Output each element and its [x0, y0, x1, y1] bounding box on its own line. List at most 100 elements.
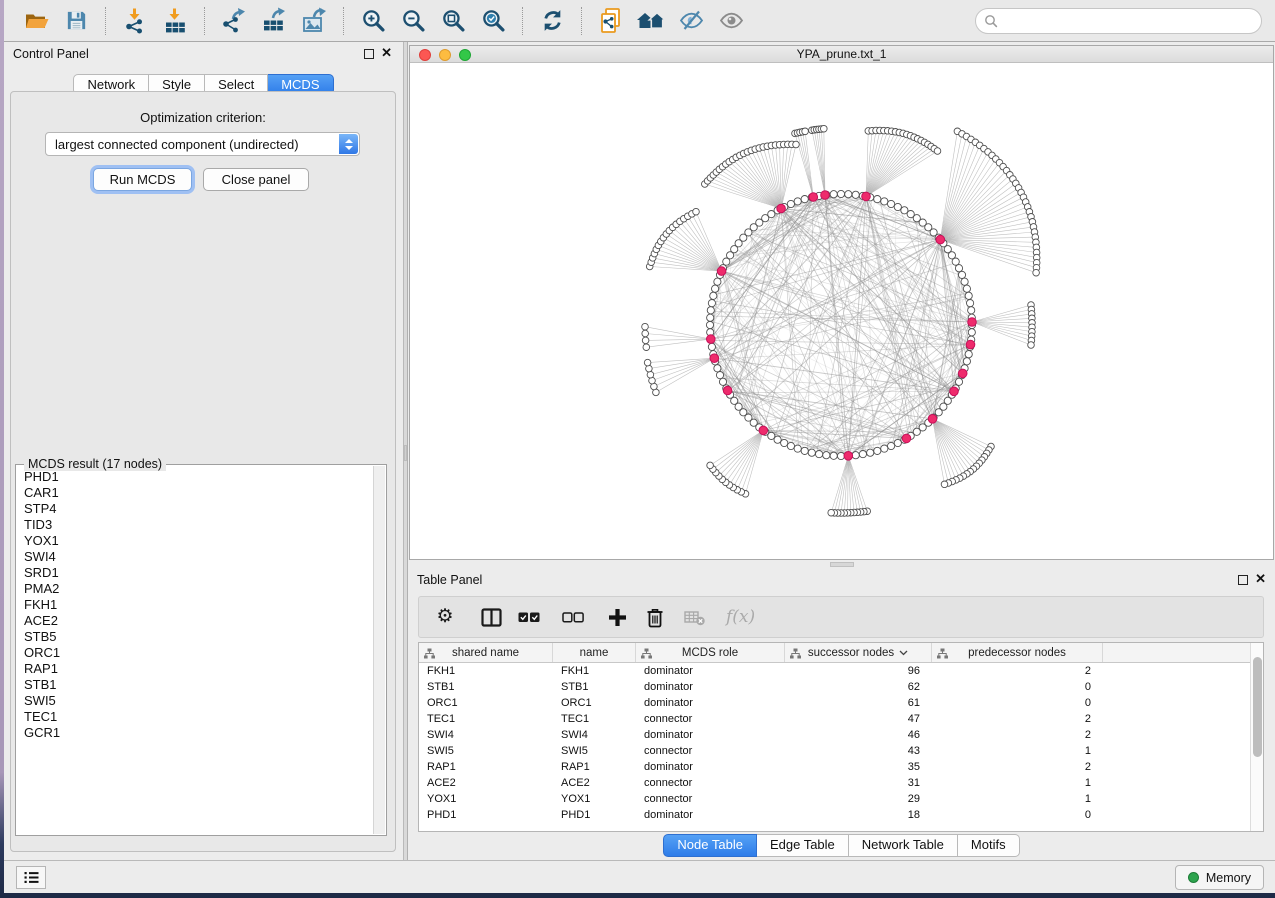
export-table-button[interactable] — [257, 4, 291, 38]
table-row[interactable]: ACE2ACE2connector311 — [419, 775, 1250, 791]
zoom-fit-button[interactable] — [436, 4, 470, 38]
export-image-icon — [301, 7, 328, 34]
deselect-all-button[interactable] — [560, 603, 586, 631]
table-row[interactable]: ORC1ORC1dominator610 — [419, 695, 1250, 711]
mcds-result-item[interactable]: ACE2 — [17, 613, 372, 629]
mcds-result-item[interactable]: SRD1 — [17, 565, 372, 581]
column-header-shared-name[interactable]: shared name — [419, 643, 553, 662]
trash-icon — [645, 607, 665, 628]
table-row[interactable]: PHD1PHD1dominator180 — [419, 807, 1250, 823]
mcds-result-item[interactable]: TEC1 — [17, 709, 372, 725]
export-network-button[interactable] — [217, 4, 251, 38]
column-header-name[interactable]: name — [553, 643, 636, 662]
show-all-button[interactable] — [714, 4, 748, 38]
search-input[interactable] — [998, 11, 1261, 31]
hide-selected-button[interactable] — [674, 4, 708, 38]
table-row[interactable]: STB1STB1dominator620 — [419, 679, 1250, 695]
table-row[interactable]: FKH1FKH1dominator962 — [419, 663, 1250, 679]
tab-motifs[interactable]: Motifs — [958, 834, 1020, 857]
toolbar-separator — [581, 7, 582, 35]
close-panel-icon[interactable]: ✕ — [381, 46, 392, 60]
function-builder-label-disabled: f(x) — [726, 607, 755, 627]
tab-network-table[interactable]: Network Table — [849, 834, 958, 857]
network-window-titlebar[interactable]: YPA_prune.txt_1 — [410, 46, 1273, 63]
column-header-predecessor-nodes[interactable]: predecessor nodes — [932, 643, 1103, 662]
splitter-handle[interactable] — [830, 562, 854, 567]
mcds-result-item[interactable]: GCR1 — [17, 725, 372, 741]
table-row[interactable]: YOX1YOX1connector291 — [419, 791, 1250, 807]
mcds-result-item[interactable]: STB1 — [17, 677, 372, 693]
cell: connector — [636, 711, 785, 727]
mcds-result-item[interactable]: RAP1 — [17, 661, 372, 677]
select-all-button[interactable] — [516, 603, 542, 631]
memory-button[interactable]: Memory — [1175, 865, 1264, 890]
mcds-result-list[interactable]: PHD1CAR1STP4TID3YOX1SWI4SRD1PMA2FKH1ACE2… — [17, 469, 372, 834]
close-panel-icon[interactable]: ✕ — [1255, 572, 1266, 586]
column-label: shared name — [452, 647, 519, 659]
two-houses-button[interactable] — [634, 4, 668, 38]
column-header-successor-nodes[interactable]: successor nodes — [785, 643, 932, 662]
mcds-result-item[interactable]: SWI4 — [17, 549, 372, 565]
column-settings-button[interactable]: ⚙ — [432, 603, 458, 631]
mcds-result-item[interactable]: STP4 — [17, 501, 372, 517]
mcds-result-item[interactable]: CAR1 — [17, 485, 372, 501]
cell: 35 — [785, 759, 932, 775]
delete-column-button[interactable] — [642, 603, 668, 631]
split-columns-icon — [481, 608, 502, 627]
shared-column-icon — [641, 648, 652, 659]
save-button[interactable] — [59, 4, 93, 38]
import-network-button[interactable] — [118, 4, 152, 38]
toolbar-separator — [204, 7, 205, 35]
table-row[interactable]: RAP1RAP1dominator352 — [419, 759, 1250, 775]
open-button[interactable] — [19, 4, 53, 38]
criterion-select[interactable]: largest connected component (undirected) — [45, 132, 360, 156]
import-table-button[interactable] — [158, 4, 192, 38]
cell: 2 — [932, 663, 1103, 679]
tab-node-table[interactable]: Node Table — [663, 834, 757, 857]
mcds-result-item[interactable]: PHD1 — [17, 469, 372, 485]
result-list-scrollbar[interactable] — [373, 466, 385, 834]
new-network-from-selection-button[interactable] — [594, 4, 628, 38]
mcds-result-item[interactable]: STB5 — [17, 629, 372, 645]
network-graph[interactable] — [410, 63, 1273, 559]
zoom-in-button[interactable] — [356, 4, 390, 38]
mcds-result-item[interactable]: YOX1 — [17, 533, 372, 549]
cell: 1 — [932, 791, 1103, 807]
add-column-button[interactable] — [604, 603, 630, 631]
column-header-MCDS-role[interactable]: MCDS role — [636, 643, 785, 662]
mcds-result-item[interactable]: SWI5 — [17, 693, 372, 709]
cell: 29 — [785, 791, 932, 807]
refresh-button[interactable] — [535, 4, 569, 38]
task-history-button[interactable] — [16, 866, 46, 889]
table-row[interactable]: SWI4SWI4dominator462 — [419, 727, 1250, 743]
tab-edge-table[interactable]: Edge Table — [757, 834, 849, 857]
cell: 46 — [785, 727, 932, 743]
cell: dominator — [636, 759, 785, 775]
network-window: YPA_prune.txt_1 — [409, 45, 1274, 560]
cell: 0 — [932, 807, 1103, 823]
import-network-icon — [122, 7, 149, 34]
scrollbar-thumb[interactable] — [1253, 657, 1262, 757]
cell: 47 — [785, 711, 932, 727]
zoom-selected-button[interactable] — [476, 4, 510, 38]
run-mcds-button[interactable]: Run MCDS — [93, 168, 192, 191]
table-row[interactable]: SWI5SWI5connector431 — [419, 743, 1250, 759]
cell: RAP1 — [553, 759, 636, 775]
float-panel-icon[interactable] — [364, 49, 374, 59]
export-image-button[interactable] — [297, 4, 331, 38]
mcds-result-item[interactable]: ORC1 — [17, 645, 372, 661]
mcds-result-item[interactable]: FKH1 — [17, 597, 372, 613]
float-panel-icon[interactable] — [1238, 575, 1248, 585]
cell: SWI4 — [553, 727, 636, 743]
mcds-result-item[interactable]: PMA2 — [17, 581, 372, 597]
table-scrollbar[interactable] — [1250, 643, 1263, 831]
split-columns-button[interactable] — [478, 603, 504, 631]
zoom-out-button[interactable] — [396, 4, 430, 38]
cytoscape-window: Control Panel ✕ NetworkStyleSelectMCDS O… — [4, 0, 1275, 893]
eye-icon — [718, 8, 745, 33]
mcds-result-item[interactable]: TID3 — [17, 517, 372, 533]
table-row[interactable]: TEC1TEC1connector472 — [419, 711, 1250, 727]
network-view-canvas[interactable] — [410, 63, 1273, 559]
close-panel-button[interactable]: Close panel — [203, 168, 309, 191]
splitter-handle[interactable] — [404, 445, 407, 461]
